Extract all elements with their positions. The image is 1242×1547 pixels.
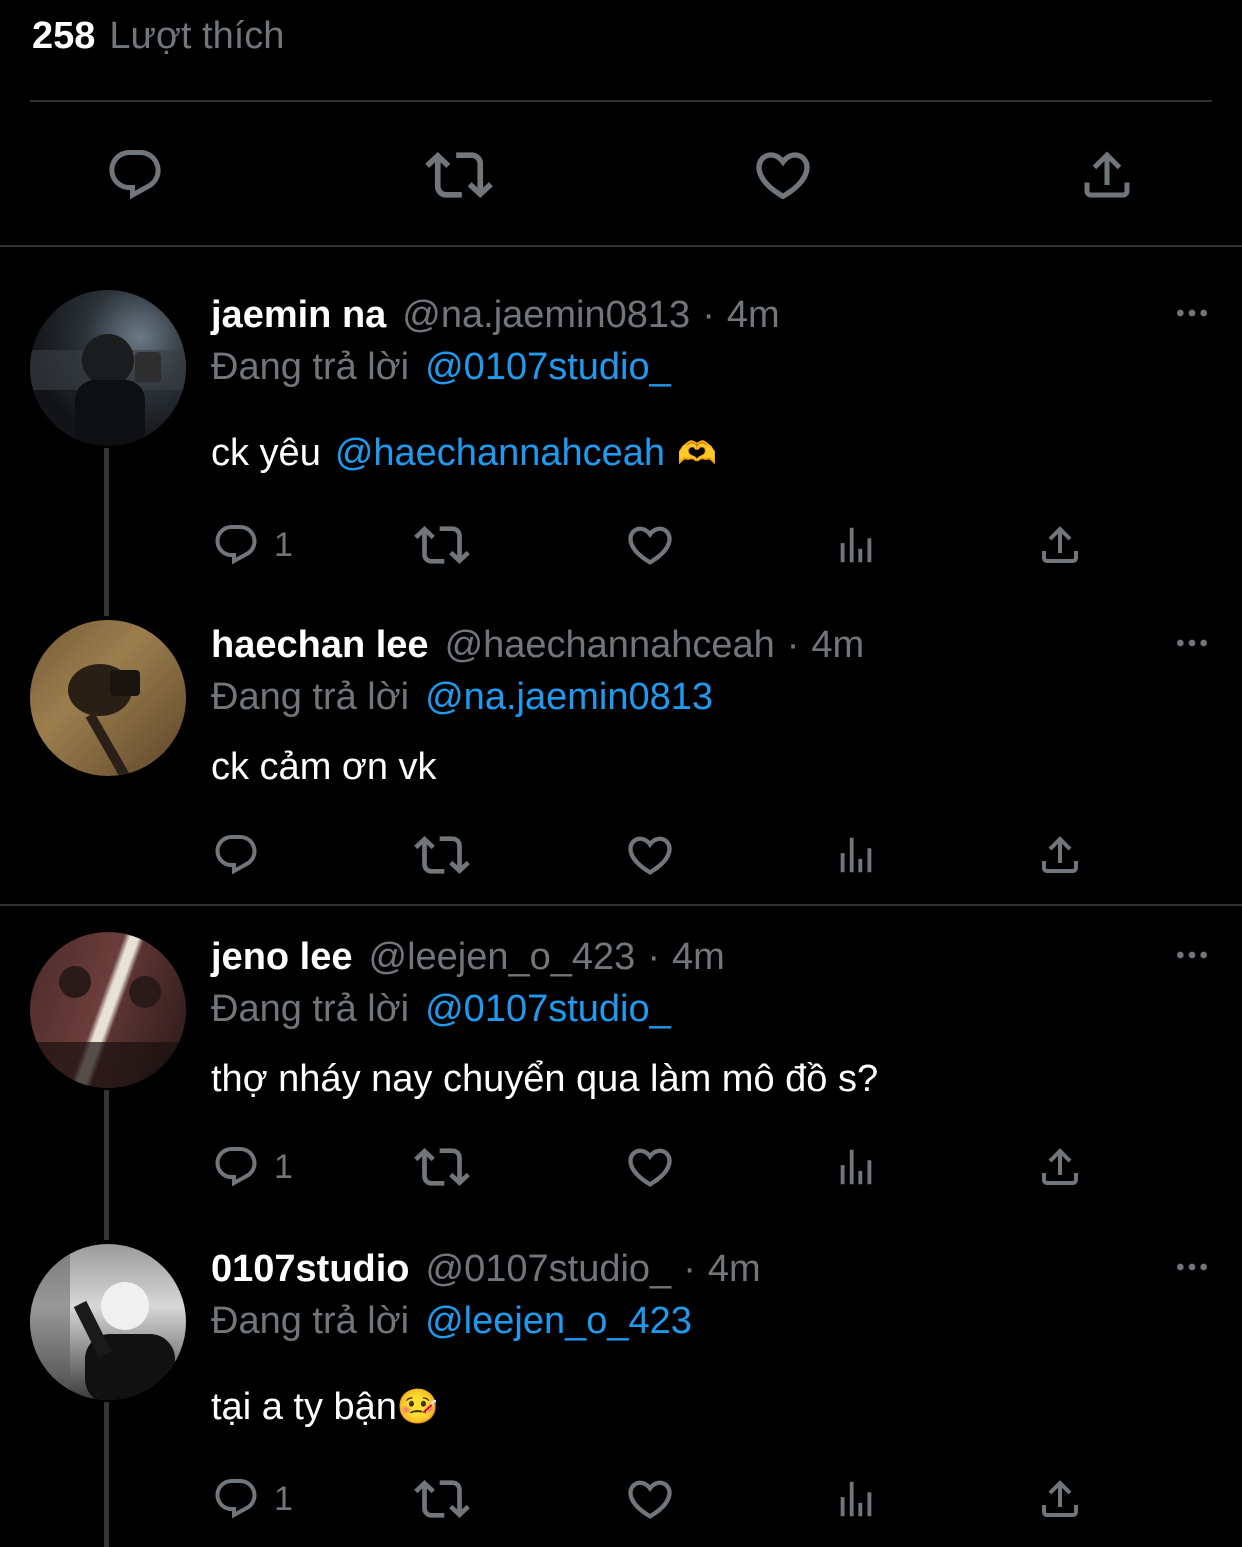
tweet-actions: 1 [0,1474,1242,1524]
divider [0,245,1242,247]
more-icon[interactable] [1172,628,1212,658]
retweet-icon[interactable] [424,140,494,210]
retweet-icon[interactable] [414,520,470,570]
tweet-header: 0107studio @0107studio_ · 4m [211,1244,761,1294]
share-icon[interactable] [1036,830,1084,880]
like-icon[interactable] [748,140,818,210]
tweet-text: ck cảm ơn vk [211,742,437,792]
reply-count: 1 [274,1147,293,1186]
timestamp[interactable]: 4m [727,294,780,337]
more-icon[interactable] [1172,940,1212,970]
tweet-text-content: thợ nháy nay chuyển qua làm mô đồ s? [211,1057,879,1100]
replying-to-label: Đang trả lời [211,1299,410,1342]
timestamp[interactable]: 4m [811,624,864,667]
reply-button[interactable]: 1 [212,520,293,570]
replying-to-handle[interactable]: @0107studio_ [425,988,671,1031]
retweet-icon[interactable] [414,1142,470,1192]
tweet-header: haechan lee @haechannahceah · 4m [211,620,864,670]
username[interactable]: @haechannahceah [445,624,775,667]
tweet-text: thợ nháy nay chuyển qua làm mô đồ s? [211,1054,878,1104]
reply-tweet[interactable]: jaemin na @na.jaemin0813 · 4m Đang trả l… [0,290,1242,590]
reply-icon [212,1143,260,1191]
username[interactable]: @na.jaemin0813 [402,294,690,337]
like-icon[interactable] [624,1474,676,1524]
avatar[interactable] [30,290,186,446]
tweet-text: ck yêu @haechannahceah 🫶 [211,428,717,478]
reply-icon [212,1475,260,1523]
reply-count: 1 [274,1479,293,1518]
timestamp[interactable]: 4m [672,936,725,979]
retweet-icon[interactable] [414,830,470,880]
tweet-text-content: ck yêu [211,431,321,474]
separator-dot: · [702,293,715,336]
timestamp[interactable]: 4m [708,1248,761,1291]
face-emoji: 🤒 [396,1388,440,1426]
replying-to-handle[interactable]: @na.jaemin0813 [425,676,713,719]
likes-label: Lượt thích [109,14,285,57]
like-icon[interactable] [624,830,676,880]
mention-link[interactable]: @haechannahceah [335,432,665,475]
replying-to-label: Đang trả lời [211,987,410,1030]
username[interactable]: @leejen_o_423 [369,936,636,979]
separator-dot: · [786,623,800,666]
tweet-text-content: ck cảm ơn vk [211,745,437,788]
retweet-icon[interactable] [414,1474,470,1524]
replying-to: Đang trả lời @0107studio_ [211,342,671,392]
tweet-actions [0,830,1242,880]
avatar[interactable] [30,620,186,776]
share-icon[interactable] [1036,1142,1084,1192]
more-icon[interactable] [1172,1252,1212,1282]
replying-to-handle[interactable]: @leejen_o_423 [425,1300,692,1343]
views-icon[interactable] [833,830,879,880]
tweet-actions: 1 [0,520,1242,570]
tweet-text-content: tại a ty bận [211,1385,397,1428]
separator-dot: · [683,1247,696,1290]
avatar[interactable] [30,932,186,1088]
reply-icon [212,521,260,569]
tweet-header: jeno lee @leejen_o_423 · 4m [211,932,725,982]
display-name[interactable]: 0107studio [211,1248,410,1291]
replying-to: Đang trả lời @na.jaemin0813 [211,672,713,722]
views-icon[interactable] [833,520,879,570]
share-icon[interactable] [1072,140,1142,210]
share-icon[interactable] [1036,1474,1084,1524]
avatar[interactable] [30,1244,186,1400]
share-icon[interactable] [1036,520,1084,570]
likes-count: 258 [32,14,96,57]
display-name[interactable]: jaemin na [211,294,386,337]
username[interactable]: @0107studio_ [426,1248,672,1291]
reply-count: 1 [274,525,293,564]
like-icon[interactable] [624,1142,676,1192]
display-name[interactable]: jeno lee [211,936,353,979]
replying-to-handle[interactable]: @0107studio_ [425,346,671,389]
like-icon[interactable] [624,520,676,570]
reply-tweet[interactable]: 0107studio @0107studio_ · 4m Đang trả lờ… [0,1244,1242,1547]
separator-dot: · [647,935,660,978]
likes-summary[interactable]: 258 Lượt thích [32,10,284,62]
replying-to: Đang trả lời @leejen_o_423 [211,1296,692,1346]
display-name[interactable]: haechan lee [211,624,429,667]
reply-button[interactable]: 1 [212,1142,293,1192]
views-icon[interactable] [833,1142,879,1192]
divider [30,100,1212,102]
divider [0,904,1242,906]
tweet-text: tại a ty bận 🤒 [211,1382,439,1432]
replying-to-label: Đang trả lời [211,675,410,718]
views-icon[interactable] [833,1474,879,1524]
more-icon[interactable] [1172,298,1212,328]
tweet-header: jaemin na @na.jaemin0813 · 4m [211,290,780,340]
tweet-actions: 1 [0,1142,1242,1192]
reply-tweet[interactable]: jeno lee @leejen_o_423 · 4m Đang trả lời… [0,932,1242,1222]
main-tweet-actions [0,140,1242,210]
reply-tweet[interactable]: haechan lee @haechannahceah · 4m Đang tr… [0,620,1242,900]
reply-button[interactable]: 1 [212,1474,293,1524]
reply-icon [212,831,260,879]
reply-icon[interactable] [100,140,170,210]
replying-to-label: Đang trả lời [211,345,410,388]
reply-button[interactable] [212,830,274,880]
replying-to: Đang trả lời @0107studio_ [211,984,671,1034]
heart-hands-emoji: 🫶 [677,435,717,471]
